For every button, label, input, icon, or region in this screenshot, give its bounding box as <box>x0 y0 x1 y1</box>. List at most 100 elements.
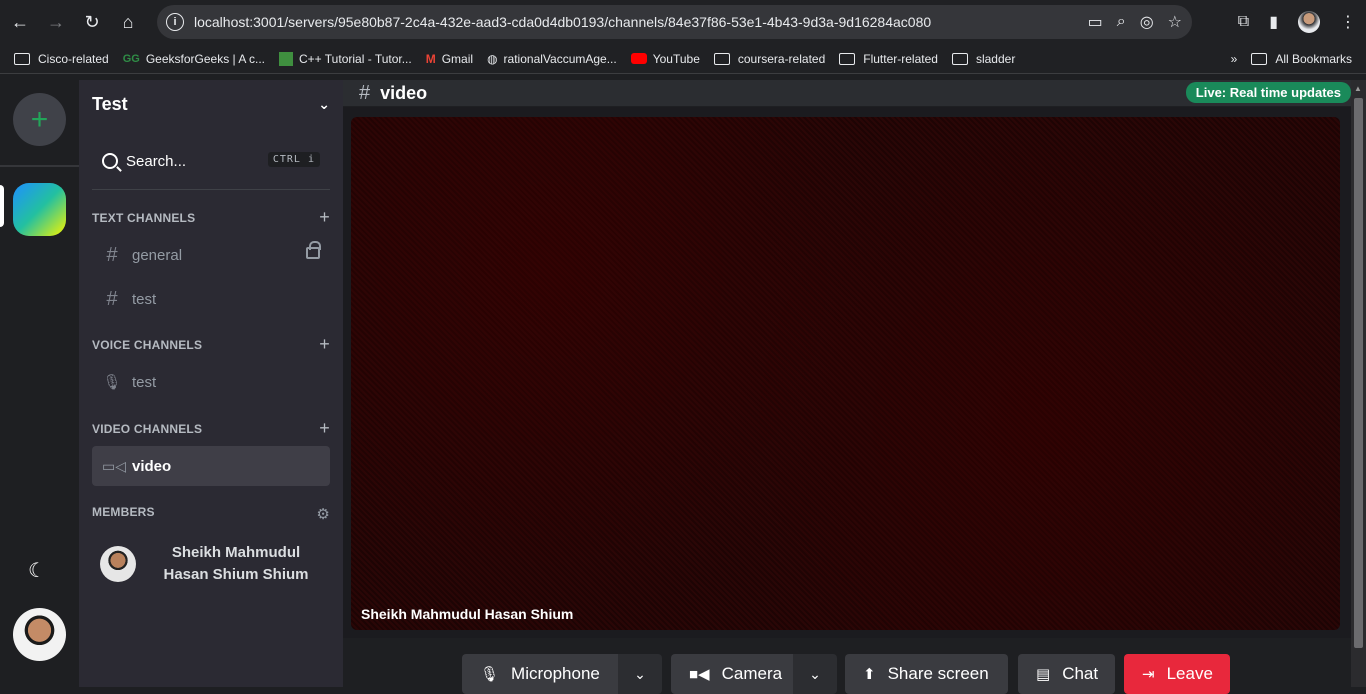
participant-name: Sheikh Mahmudul Hasan Shium <box>361 606 574 622</box>
search-label: Search... <box>126 152 187 170</box>
microphone-icon: 🎙︎ <box>480 666 500 683</box>
bookmark-item[interactable]: sladder <box>951 52 1015 66</box>
browser-toolbar: ← → ↻ ⌂ i localhost:3001/servers/95e80b8… <box>0 0 1366 44</box>
search-button[interactable]: Search... CTRL i <box>92 146 330 176</box>
main-panel: # video Live: Real time updates Sheikh M… <box>343 80 1366 694</box>
moon-icon[interactable]: ☾ <box>28 558 46 583</box>
server-icon[interactable] <box>13 183 66 236</box>
channel-video[interactable]: ▭◁ video <box>92 446 330 486</box>
url-text[interactable]: localhost:3001/servers/95e80b87-2c4a-432… <box>194 14 931 30</box>
camera-icon: ■◀ <box>689 666 710 683</box>
extensions-icon[interactable]: ⧉ <box>1238 13 1249 31</box>
member-name: Sheikh Mahmudul Hasan Shium Shium <box>163 544 309 583</box>
chat-button[interactable]: ▤ Chat <box>1018 654 1115 694</box>
folder-icon <box>839 52 856 65</box>
bookmark-item[interactable]: Cisco-related <box>14 52 109 66</box>
channel-general[interactable]: # general <box>92 235 330 275</box>
profile-avatar[interactable] <box>1298 11 1320 33</box>
folder-icon <box>1251 52 1268 65</box>
member-item[interactable]: Sheikh Mahmudul Hasan Shium Shium <box>92 542 330 586</box>
menu-icon[interactable]: ⋮ <box>1340 12 1356 32</box>
chevron-down-icon: ⌄ <box>634 665 646 682</box>
share-screen-icon: ⬆ <box>863 666 876 683</box>
add-video-channel-icon[interactable]: + <box>319 419 330 437</box>
camera-button[interactable]: ■◀ Camera <box>671 654 793 694</box>
channel-test-text[interactable]: # test <box>92 279 330 319</box>
lock-icon <box>306 241 321 259</box>
camera-options-button[interactable]: ⌄ <box>793 654 837 694</box>
more-bookmarks-icon[interactable]: » <box>1231 52 1238 66</box>
scrollbar[interactable]: ▲ <box>1351 80 1366 687</box>
call-controls: 🎙︎ Microphone ⌄ ■◀ Camera ⌄ ⬆ Share screen … <box>343 638 1351 694</box>
globe-icon: ◍ <box>487 51 498 66</box>
gfg-icon: GG <box>122 52 140 65</box>
gear-icon[interactable]: ⚙ <box>316 505 330 523</box>
mic-icon: 🎙︎ <box>102 374 122 391</box>
microphone-button[interactable]: 🎙︎ Microphone <box>462 654 618 694</box>
rail-separator <box>0 165 79 167</box>
channel-test-voice[interactable]: 🎙︎ test <box>92 362 330 402</box>
app: + ☾ Test ⌄ Search... CTRL i TEXT CHANNEL… <box>0 80 1366 694</box>
bookmark-item[interactable]: GG GeeksforGeeks | A c... <box>123 52 265 66</box>
microphone-options-button[interactable]: ⌄ <box>618 654 662 694</box>
bookmark-item[interactable]: M Gmail <box>426 52 473 66</box>
section-members: MEMBERS ⚙ <box>92 505 330 523</box>
channel-header: # video Live: Real time updates <box>343 80 1351 107</box>
sidebar-divider <box>92 189 330 190</box>
server-header[interactable]: Test ⌄ <box>92 94 330 115</box>
add-server-button[interactable]: + <box>13 93 66 146</box>
user-avatar[interactable] <box>13 608 66 661</box>
zoom-icon[interactable]: ⌕ <box>1117 13 1126 31</box>
add-voice-channel-icon[interactable]: + <box>319 335 330 353</box>
bookmark-item[interactable]: C++ Tutorial - Tutor... <box>279 51 412 66</box>
section-text-channels: TEXT CHANNELS + <box>92 207 330 227</box>
site-info-icon[interactable]: i <box>166 13 184 31</box>
star-icon[interactable]: ☆ <box>1168 12 1182 32</box>
cpp-icon <box>279 51 293 66</box>
folder-icon <box>14 52 30 65</box>
active-server-indicator <box>0 185 4 227</box>
reload-icon[interactable]: ↻ <box>76 6 108 38</box>
hash-icon: # <box>106 287 118 310</box>
folder-icon <box>713 52 730 65</box>
folder-icon <box>951 52 968 65</box>
chevron-down-icon: ⌄ <box>318 96 330 112</box>
live-badge: Live: Real time updates <box>1185 82 1351 103</box>
hash-icon: # <box>106 243 118 266</box>
bookmark-item[interactable]: Flutter-related <box>839 52 938 66</box>
bookmark-item[interactable]: YouTube <box>630 52 700 66</box>
side-panel-icon[interactable]: ▮ <box>1269 12 1278 32</box>
search-shortcut: CTRL i <box>267 152 320 167</box>
server-name: Test <box>92 94 128 114</box>
bookmark-item[interactable]: coursera-related <box>713 52 825 66</box>
section-video-channels: VIDEO CHANNELS + <box>92 418 330 438</box>
address-bar[interactable]: i localhost:3001/servers/95e80b87-2c4a-4… <box>157 5 1192 39</box>
hash-icon: # <box>359 81 371 104</box>
home-icon[interactable]: ⌂ <box>112 6 144 38</box>
video-tile[interactable]: Sheikh Mahmudul Hasan Shium <box>351 117 1340 630</box>
scroll-thumb[interactable] <box>1354 98 1363 648</box>
share-screen-button[interactable]: ⬆ Share screen <box>845 654 1008 694</box>
video-area: Sheikh Mahmudul Hasan Shium <box>343 107 1351 638</box>
add-text-channel-icon[interactable]: + <box>319 208 330 226</box>
leave-button[interactable]: ⇥ Leave <box>1124 654 1230 694</box>
back-icon[interactable]: ← <box>4 6 36 38</box>
member-avatar <box>100 546 136 582</box>
chat-icon: ▤ <box>1036 666 1051 683</box>
video-icon: ▭◁ <box>102 457 126 474</box>
section-voice-channels: VOICE CHANNELS + <box>92 334 330 354</box>
scroll-up-icon[interactable]: ▲ <box>1354 84 1362 93</box>
search-icon <box>102 153 118 169</box>
chevron-down-icon: ⌄ <box>809 665 821 682</box>
channel-sidebar: Test ⌄ Search... CTRL i TEXT CHANNELS + … <box>79 80 343 687</box>
gmail-icon: M <box>425 51 436 66</box>
channel-title: video <box>380 82 428 103</box>
all-bookmarks[interactable]: All Bookmarks <box>1251 52 1352 66</box>
leave-icon: ⇥ <box>1142 666 1155 683</box>
server-rail: + ☾ <box>0 80 79 687</box>
eye-off-icon[interactable]: ◎ <box>1140 12 1154 32</box>
youtube-icon <box>630 53 647 64</box>
camera-permission-icon[interactable]: ▭ <box>1088 12 1103 32</box>
bookmark-item[interactable]: ◍ rationalVaccumAge... <box>487 52 617 66</box>
forward-icon[interactable]: → <box>40 6 72 38</box>
